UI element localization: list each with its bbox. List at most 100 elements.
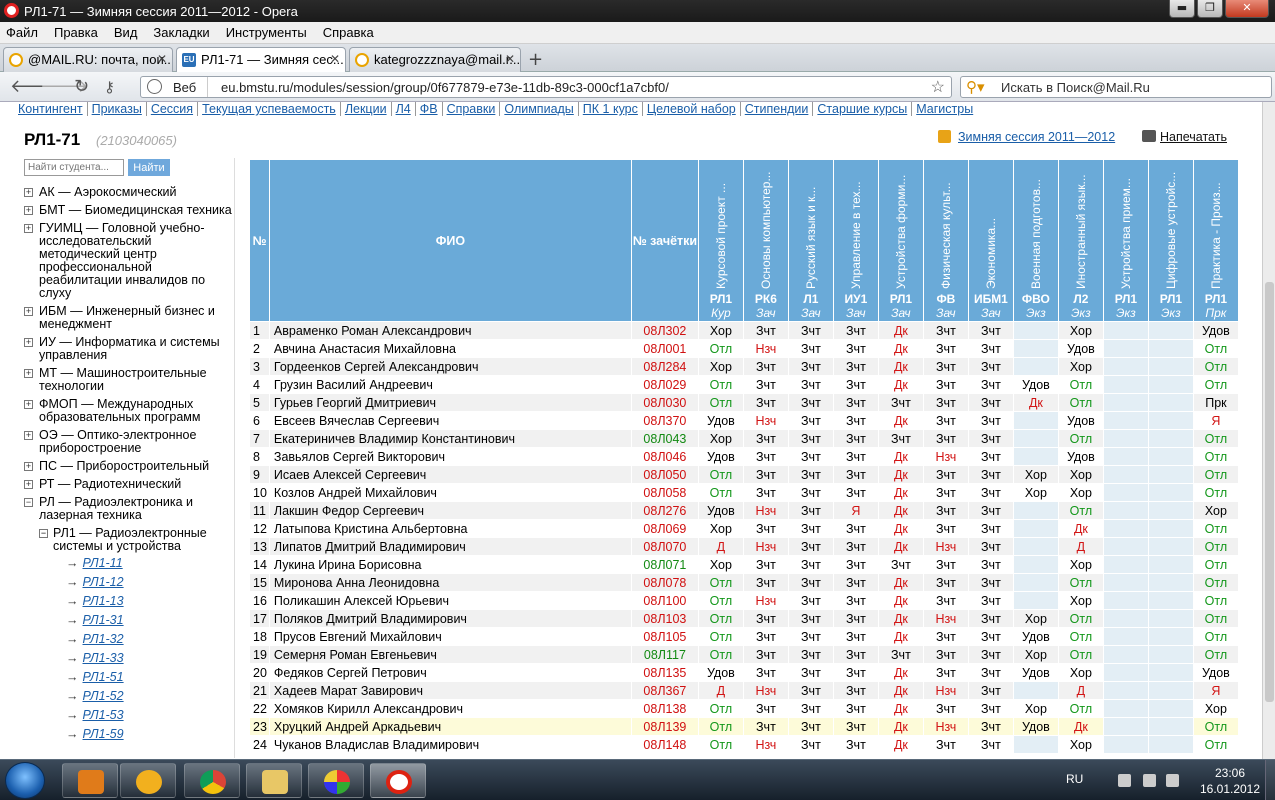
tray-usb-icon[interactable] [1118,774,1131,787]
mail-agent-icon[interactable] [120,763,176,798]
topnav-link[interactable]: Справки [441,102,500,116]
tree-node[interactable]: + ФМОП — Международных образовательных пр… [24,398,234,424]
expand-icon[interactable]: + [24,224,33,233]
grade-cell: Хор [1012,609,1059,628]
search-engine-icon[interactable]: ⚲▾ [966,78,985,96]
menu-view[interactable]: Вид [114,25,138,40]
print-link[interactable]: Напечатать [1142,130,1227,144]
tree-node[interactable]: + АК — Аэрокосмический [24,186,234,199]
group-link[interactable]: РЛ1-52 [83,689,124,703]
record-number: 08Л078 [630,573,699,592]
topnav-link[interactable]: Л4 [390,102,415,116]
tree-node[interactable]: + РТ — Радиотехнический [24,478,234,491]
tree-node[interactable]: + ИБМ — Инженерный бизнес и менеджмент [24,305,234,331]
tab-session[interactable]: EU РЛ1-71 — Зимняя сес... ✕ [176,47,346,72]
expand-icon[interactable]: + [24,338,33,347]
group-link[interactable]: РЛ1-12 [83,575,124,589]
group-link[interactable]: РЛ1-33 [83,651,124,665]
tab-close-icon[interactable]: ✕ [157,52,167,66]
tree-group-item: → РЛ1-59 [24,728,234,742]
topnav-link[interactable]: Целевой набор [641,102,740,116]
row-number: 8 [249,447,270,466]
menu-edit[interactable]: Правка [54,25,98,40]
close-button[interactable]: ✕ [1225,0,1269,18]
key-icon[interactable]: ⚷ [104,78,115,96]
menu-bookmarks[interactable]: Закладки [153,25,209,40]
group-link[interactable]: РЛ1-13 [83,594,124,608]
tab-close-icon[interactable]: ✕ [505,52,515,66]
expand-icon[interactable]: + [24,188,33,197]
picasa-icon[interactable] [308,763,364,798]
reload-icon[interactable]: ↻ [74,76,89,97]
media-player-icon[interactable] [62,763,118,798]
bookmark-star-icon[interactable]: ☆ [931,77,945,97]
tree-subnode[interactable]: − РЛ1 — Радиоэлектронные системы и устрой… [24,527,234,553]
tree-node[interactable]: + ИУ — Информатика и системы управления [24,336,234,362]
tray-volume-icon[interactable] [1166,774,1179,787]
grade-cell: Зчт [787,555,834,574]
group-link[interactable]: РЛ1-31 [83,613,124,627]
minimize-button[interactable]: ▬ [1169,0,1195,18]
web-search-input[interactable]: ⚲▾ Искать в Поиск@Mail.Ru [960,76,1272,98]
topnav-link[interactable]: Сессия [145,102,197,116]
find-button[interactable]: Найти [128,159,170,176]
url-text[interactable]: eu.bmstu.ru/modules/session/group/0f6778… [221,80,669,95]
session-link-text: Зимняя сессия 2011—2012 [958,130,1116,144]
topnav-link[interactable]: Старшие курсы [812,102,911,116]
group-link[interactable]: РЛ1-59 [83,727,124,741]
group-link[interactable]: РЛ1-51 [83,670,124,684]
topnav-link[interactable]: ФВ [414,102,442,116]
scrollbar-thumb[interactable] [1265,282,1274,702]
opera-logo-icon[interactable] [4,3,19,18]
student-search-input[interactable] [24,159,124,176]
new-tab-icon[interactable]: + [528,49,543,70]
tree-node[interactable]: + ГУИМЦ — Головной учебно-исследовательск… [24,222,234,300]
topnav-link[interactable]: Магистры [911,102,977,116]
topnav-link[interactable]: ПК 1 курс [577,102,642,116]
url-field[interactable]: Веб eu.bmstu.ru/modules/session/group/0f… [140,76,952,98]
explorer-folder-icon[interactable] [246,763,302,798]
group-link[interactable]: РЛ1-32 [83,632,124,646]
menu-tools[interactable]: Инструменты [226,25,307,40]
expand-icon[interactable]: + [24,400,33,409]
tray-flag-icon[interactable] [1143,774,1156,787]
maximize-button[interactable]: ❐ [1197,0,1223,18]
clock[interactable]: 23:06 16.01.2012 [1198,765,1262,797]
topnav-link[interactable]: Олимпиады [499,102,577,116]
tree-node[interactable]: + ПС — Приборостроительный [24,460,234,473]
opera-taskbar-icon[interactable] [370,763,426,798]
start-button[interactable] [5,762,45,799]
expand-icon[interactable]: + [24,369,33,378]
collapse-icon[interactable]: − [24,498,33,507]
vertical-scrollbar[interactable] [1262,102,1275,759]
tree-node[interactable]: − РЛ — Радиоэлектроника и лазерная техник… [24,496,234,522]
expand-icon[interactable]: + [24,307,33,316]
menu-help[interactable]: Справка [323,25,374,40]
topnav-link[interactable]: Лекции [339,102,391,116]
topnav-link[interactable]: Приказы [86,102,146,116]
tree-node[interactable]: + ОЭ — Оптико-электронное приборостроение [24,429,234,455]
show-desktop-button[interactable] [1265,760,1275,800]
topnav-link[interactable]: Текущая успеваемость [197,102,340,116]
chrome-icon[interactable] [184,763,240,798]
grade-cell: Зчт [742,483,789,502]
expand-icon[interactable]: + [24,462,33,471]
topnav-link[interactable]: Стипендии [739,102,813,116]
language-indicator[interactable]: RU [1066,772,1083,786]
expand-icon[interactable]: + [24,431,33,440]
tab-mail[interactable]: @MAIL.RU: почта, пои... ✕ [3,47,173,72]
expand-icon[interactable]: + [24,206,33,215]
tab-mail-inbox[interactable]: kategrozzznaya@mail.r... ✕ [349,47,521,72]
tree-node[interactable]: + БМТ — Биомедицинская техника [24,204,234,217]
collapse-icon[interactable]: − [39,529,48,538]
group-link[interactable]: РЛ1-53 [83,708,124,722]
tab-close-icon[interactable]: ✕ [330,52,340,66]
row-number: 11 [249,501,270,520]
group-link[interactable]: РЛ1-11 [83,556,123,570]
menu-file[interactable]: Файл [6,25,38,40]
session-link[interactable]: Зимняя сессия 2011—2012 [938,130,1116,144]
tree-node[interactable]: + МТ — Машиностроительные технологии [24,367,234,393]
topnav-link[interactable]: Контингент [18,102,87,116]
grade-cell: Зчт [742,375,789,394]
expand-icon[interactable]: + [24,480,33,489]
